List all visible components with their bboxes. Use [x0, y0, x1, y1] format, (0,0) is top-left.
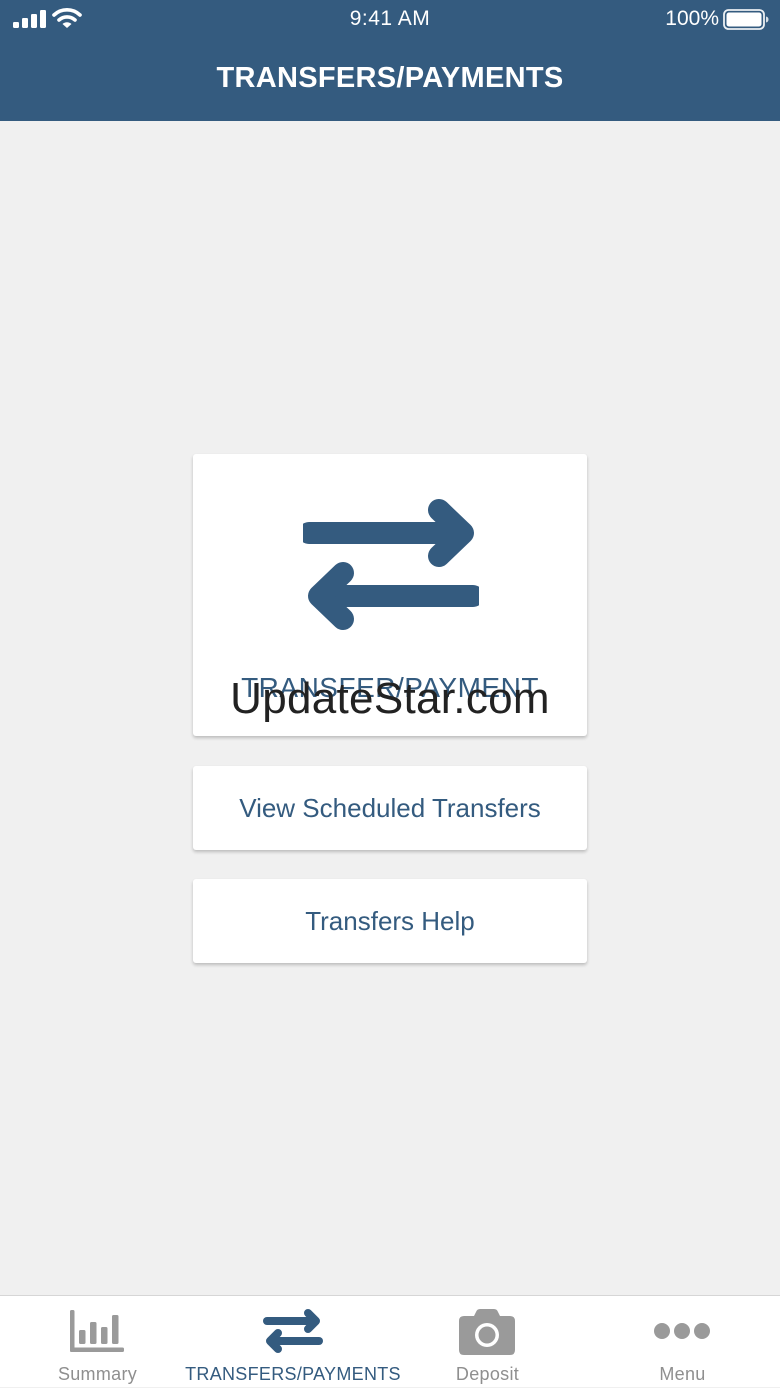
tab-transfers-payments-label: TRANSFERS/PAYMENTS	[185, 1364, 401, 1384]
tab-deposit-label: Deposit	[455, 1364, 520, 1384]
status-bar: 9:41 AM 100%	[0, 0, 780, 40]
tab-menu-label: Menu	[659, 1364, 706, 1384]
transfer-arrows-icon	[303, 499, 479, 630]
bottom-tab-bar: Summary TRANSFERS/PAYMENTS Deposit Menu	[0, 1295, 780, 1387]
bar-chart-icon	[70, 1310, 124, 1352]
transfer-arrows-icon	[263, 1309, 323, 1353]
tab-summary[interactable]: Summary	[0, 1296, 195, 1388]
view-scheduled-transfers-button[interactable]: View Scheduled Transfers	[193, 766, 587, 850]
tab-menu[interactable]: Menu	[585, 1296, 780, 1388]
app-header: 9:41 AM 100% TRANSFERS/PAYMENTS	[0, 0, 780, 121]
tab-deposit[interactable]: Deposit	[390, 1296, 585, 1388]
tab-summary-label: Summary	[57, 1364, 138, 1384]
battery-percentage: 100%	[665, 7, 719, 30]
view-scheduled-transfers-label: View Scheduled Transfers	[239, 793, 541, 823]
status-time: 9:41 AM	[349, 7, 431, 30]
page-title: TRANSFERS/PAYMENTS	[216, 62, 564, 94]
transfers-help-label: Transfers Help	[305, 906, 475, 936]
camera-icon	[459, 1309, 515, 1355]
watermark-text: UpdateStar.com	[230, 674, 550, 723]
transfers-help-button[interactable]: Transfers Help	[193, 879, 587, 963]
more-dots-icon	[654, 1323, 710, 1339]
tab-transfers-payments[interactable]: TRANSFERS/PAYMENTS	[180, 1296, 406, 1388]
battery-icon	[723, 9, 769, 30]
transfer-payment-card[interactable]: TRANSFER/PAYMENT UpdateStar.com	[193, 454, 587, 736]
